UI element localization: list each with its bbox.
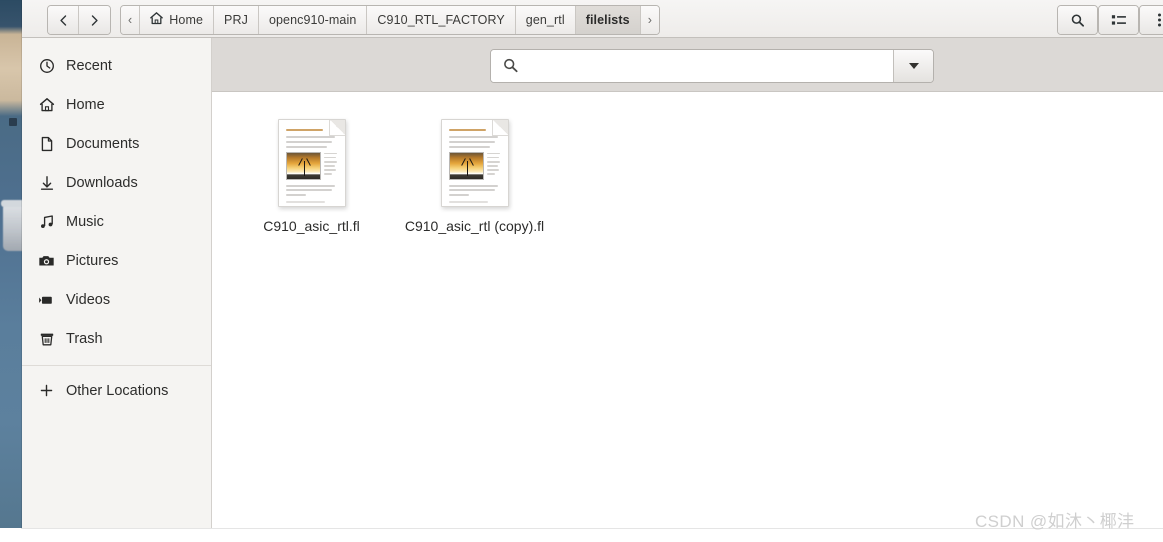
document-thumbnail-icon [277,119,346,207]
home-icon [38,96,55,113]
search-toggle-button[interactable] [1058,6,1097,34]
sidebar-item-label: Trash [66,330,103,347]
sidebar-item-documents[interactable]: Documents [22,124,211,163]
file-item[interactable]: C910_asic_rtl.fl [230,115,393,235]
file-manager-window: ‹ Home PRJ openc910-main C910_RTL_FACTOR… [22,0,1163,528]
search-icon [1070,13,1085,28]
search-bar-row [212,38,1163,92]
breadcrumb-item-filelists[interactable]: filelists [575,6,641,34]
trash-icon [38,330,55,347]
desktop-icon-partial [9,118,17,126]
breadcrumb-label: gen_rtl [525,13,565,27]
sidebar-item-label: Recent [66,57,112,74]
file-item[interactable]: C910_asic_rtl (copy).fl [393,115,556,235]
sidebar-item-label: Documents [66,135,140,152]
home-icon [149,11,164,29]
breadcrumb-label: filelists [585,13,630,27]
sunset-tree-thumbnail [448,151,484,180]
sidebar-item-videos[interactable]: Videos [22,280,211,319]
view-options-group [1098,5,1139,35]
sidebar-item-recent[interactable]: Recent [22,46,211,85]
breadcrumb: ‹ Home PRJ openc910-main C910_RTL_FACTOR… [120,5,660,35]
document-icon [38,135,55,152]
main-menu-button[interactable] [1140,6,1163,34]
sunset-tree-thumbnail [285,151,321,180]
breadcrumb-left-arrow-icon: ‹ [128,13,133,27]
music-note-icon [38,213,55,230]
document-thumbnail-icon [440,119,509,207]
view-options-button[interactable] [1099,6,1138,34]
sidebar-item-downloads[interactable]: Downloads [22,163,211,202]
video-camera-icon [38,291,55,308]
sidebar-item-trash[interactable]: Trash [22,319,211,358]
breadcrumb-item-openc910-main[interactable]: openc910-main [258,6,368,34]
sidebar-item-label: Home [66,96,105,113]
file-name-label: C910_asic_rtl.fl [263,218,360,234]
breadcrumb-label: PRJ [224,13,248,27]
breadcrumb-item-home[interactable]: Home [140,6,215,34]
breadcrumb-item-c910-rtl-factory[interactable]: C910_RTL_FACTORY [367,6,516,34]
breadcrumb-scroll-right-button[interactable]: › [640,6,659,34]
breadcrumb-right-arrow-icon: › [647,13,652,27]
window-body: Recent Home Documents Downloads Music Pi… [22,38,1163,528]
document-preview-content [448,129,501,198]
sidebar-item-label: Other Locations [66,382,169,399]
sidebar: Recent Home Documents Downloads Music Pi… [22,38,212,528]
search-input[interactable] [491,50,893,82]
sidebar-item-music[interactable]: Music [22,202,211,241]
sidebar-item-pictures[interactable]: Pictures [22,241,211,280]
camera-icon [38,252,55,269]
sidebar-separator [22,365,211,366]
content-area: C910_asic_rtl.fl C910_asic_rtl (copy).fl [212,38,1163,528]
forward-button[interactable] [79,6,110,34]
document-footer-line [279,201,345,206]
plus-icon [38,382,55,399]
breadcrumb-label: Home [169,13,204,27]
file-grid: C910_asic_rtl.fl C910_asic_rtl (copy).fl [212,93,1163,528]
breadcrumb-item-gen-rtl[interactable]: gen_rtl [515,6,576,34]
document-preview-content [285,129,338,198]
breadcrumb-label: C910_RTL_FACTORY [377,13,505,27]
sidebar-item-label: Pictures [66,252,119,269]
sidebar-item-other-locations[interactable]: Other Locations [22,371,211,410]
chevron-down-icon [908,63,919,69]
download-arrow-icon [38,174,55,191]
breadcrumb-scroll-left-button[interactable]: ‹ [121,6,141,34]
breadcrumb-label: openc910-main [268,13,357,27]
document-footer-line [442,201,508,206]
file-name-label: C910_asic_rtl (copy).fl [404,218,545,234]
screenshot-root: ‹ Home PRJ openc910-main C910_RTL_FACTOR… [0,0,1163,542]
main-menu-group [1139,5,1163,35]
navigation-buttons [47,5,111,35]
sidebar-item-label: Music [66,213,104,230]
watermark-text: CSDN @如沐丶椰沣 [975,512,1135,531]
sidebar-item-home[interactable]: Home [22,85,211,124]
sidebar-item-label: Videos [66,291,111,308]
sidebar-item-label: Downloads [66,174,138,191]
search-toggle-group [1057,5,1098,35]
list-view-icon [1111,13,1127,27]
clock-icon [38,57,55,74]
breadcrumb-item-prj[interactable]: PRJ [214,6,259,34]
vertical-dots-icon [1157,12,1162,28]
search-dropdown-button[interactable] [893,50,933,82]
search-box [490,49,934,83]
back-button[interactable] [48,6,79,34]
header-bar: ‹ Home PRJ openc910-main C910_RTL_FACTOR… [22,0,1163,38]
